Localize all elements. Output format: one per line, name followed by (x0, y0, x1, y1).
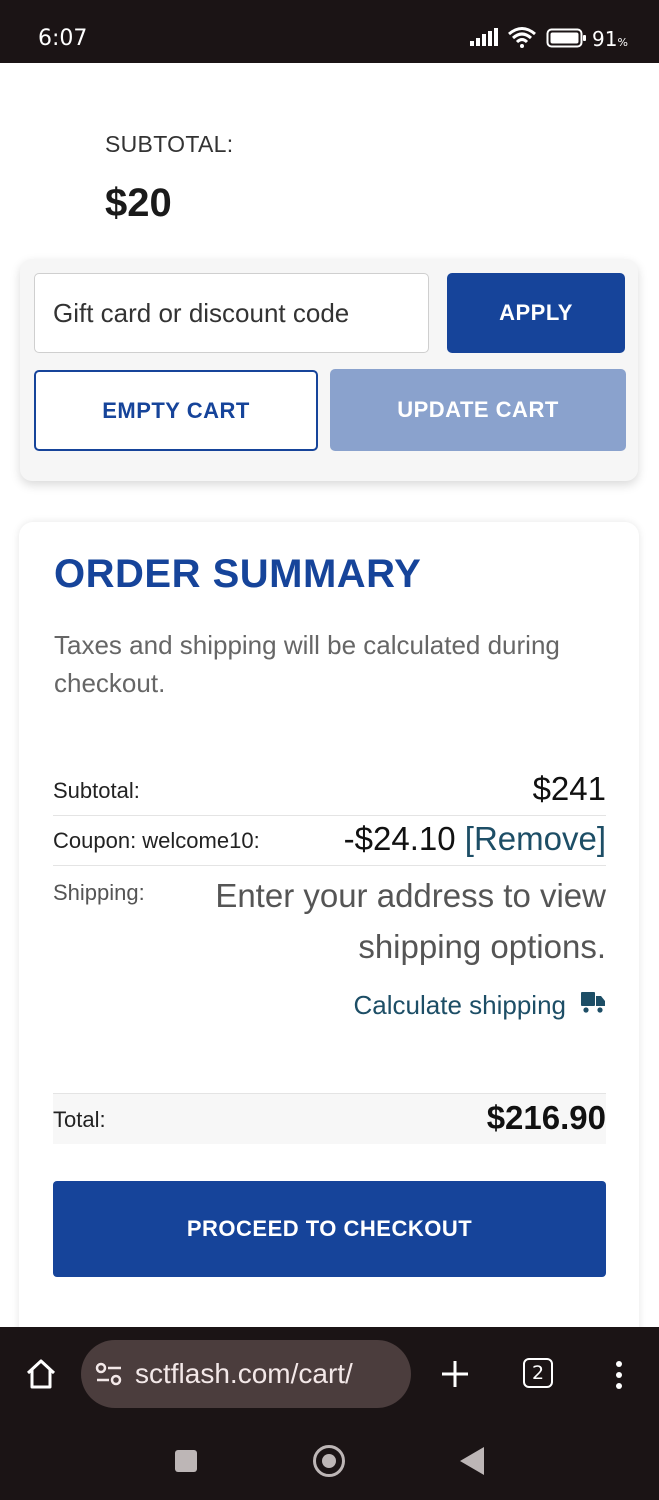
url-text: sctflash.com/cart/ (135, 1358, 353, 1389)
shipping-message: Enter your address to view shipping opti… (215, 877, 606, 965)
home-nav-icon[interactable] (313, 1445, 345, 1477)
wifi-icon (507, 26, 537, 53)
remove-coupon-link[interactable]: [Remove] (465, 820, 606, 857)
recents-icon[interactable] (175, 1450, 197, 1472)
summary-subtotal-label: Subtotal: (53, 778, 140, 803)
system-nav-bar (0, 1422, 659, 1500)
coupon-label: Coupon: welcome10: (53, 828, 260, 853)
update-cart-button[interactable]: UPDATE CART (330, 369, 626, 451)
calculate-shipping-link[interactable]: Calculate shipping (354, 990, 606, 1021)
cart-subtotal-label: SUBTOTAL: (105, 131, 234, 157)
signal-icon (470, 28, 500, 51)
coupon-amount: -$24.10 [Remove] (344, 820, 606, 858)
cart-subtotal-value: $20 (105, 181, 172, 225)
summary-coupon-row: Coupon: welcome10: -$24.10 [Remove] (53, 816, 606, 866)
battery-icon (546, 28, 588, 53)
status-time: 6:07 (38, 26, 88, 51)
summary-shipping-row: Shipping: Enter your address to view shi… (53, 866, 606, 1086)
new-tab-icon[interactable] (440, 1359, 470, 1394)
total-value: $216.90 (486, 1099, 606, 1136)
order-summary-card: ORDER SUMMARY Taxes and shipping will be… (19, 522, 639, 1327)
proceed-to-checkout-button[interactable]: PROCEED TO CHECKOUT (53, 1181, 606, 1277)
page-content: SUBTOTAL: $20 APPLY EMPTY CART UPDATE CA… (0, 63, 659, 1327)
home-icon[interactable] (24, 1357, 58, 1396)
coupon-card: APPLY EMPTY CART UPDATE CART (20, 259, 638, 481)
site-settings-icon[interactable] (95, 1362, 123, 1391)
truck-icon (580, 990, 606, 1021)
browser-toolbar: sctflash.com/cart/ 2 (0, 1327, 659, 1422)
status-bar: 6:07 91% (0, 0, 659, 63)
back-icon[interactable] (460, 1447, 484, 1475)
order-summary-title: ORDER SUMMARY (54, 552, 422, 596)
total-label: Total: (53, 1107, 106, 1132)
tabs-icon[interactable]: 2 (523, 1358, 553, 1388)
order-summary-note: Taxes and shipping will be calculated du… (54, 630, 560, 698)
discount-code-input[interactable] (34, 273, 429, 353)
calculate-shipping-label: Calculate shipping (353, 990, 566, 1020)
shipping-label: Shipping: (53, 880, 145, 905)
apply-button[interactable]: APPLY (447, 273, 625, 353)
empty-cart-button[interactable]: EMPTY CART (34, 370, 318, 451)
summary-subtotal-value: $241 (532, 770, 606, 807)
coupon-value: -$24.10 (343, 820, 456, 857)
menu-icon[interactable] (614, 1360, 624, 1395)
summary-subtotal-row: Subtotal: $241 (53, 766, 606, 816)
battery-percent: 91% (592, 27, 628, 51)
summary-total-row: Total: $216.90 (53, 1093, 606, 1144)
address-bar[interactable]: sctflash.com/cart/ (81, 1340, 411, 1408)
